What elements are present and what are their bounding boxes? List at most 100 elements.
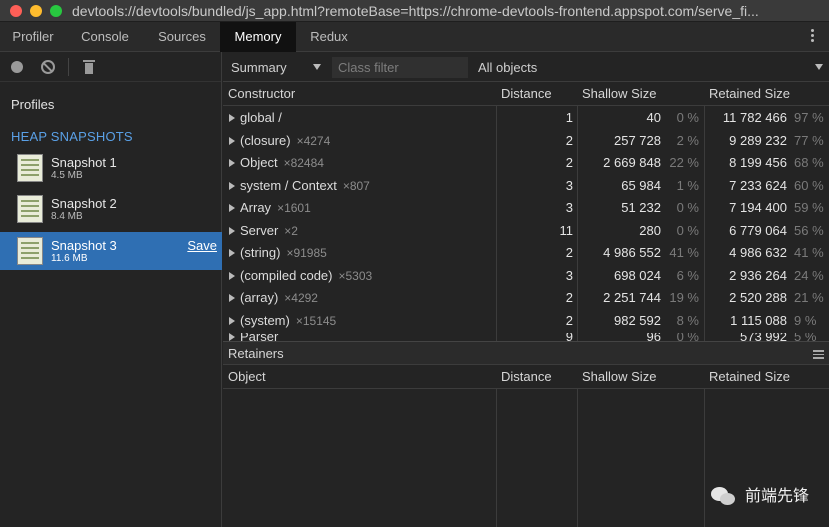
constructor-column-header[interactable]: Constructor xyxy=(223,82,295,106)
distance-value: 3 xyxy=(565,200,573,215)
minimize-window-button[interactable] xyxy=(30,5,42,17)
constructor-name: (compiled code) xyxy=(240,267,333,283)
close-window-button[interactable] xyxy=(10,5,22,17)
table-row[interactable]: (closure) ×4274 2 257 728 2 % 9 289 232 7… xyxy=(223,130,829,153)
distance-value: 9 xyxy=(565,332,573,341)
trash-icon[interactable] xyxy=(83,60,95,74)
constructor-name: (system) xyxy=(240,312,290,328)
retained-size-column-header[interactable]: Retained Size xyxy=(704,82,790,106)
instance-count: ×4274 xyxy=(296,133,331,148)
retained-size-percent: 41 % xyxy=(794,245,824,260)
distance-value: 2 xyxy=(565,245,573,260)
tab-sources[interactable]: Sources xyxy=(144,22,220,52)
shallow-size-percent: 6 % xyxy=(676,267,699,283)
class-filter-input[interactable] xyxy=(332,57,468,78)
distance-value: 2 xyxy=(565,132,573,148)
window-url: devtools://devtools/bundled/js_app.html?… xyxy=(72,3,759,19)
shallow-size-column-header[interactable]: Shallow Size xyxy=(577,365,656,389)
zoom-window-button[interactable] xyxy=(50,5,62,17)
table-row[interactable]: system / Context ×807 3 65 984 1 % 7 233 … xyxy=(223,175,829,198)
expand-triangle-icon[interactable] xyxy=(229,332,235,341)
constructor-name: system / Context xyxy=(240,177,337,193)
tab-memory[interactable]: Memory xyxy=(220,22,296,52)
constructor-name: (string) xyxy=(240,245,281,260)
shallow-size-value: 96 xyxy=(646,332,661,341)
tab-console[interactable]: Console xyxy=(66,22,144,52)
shallow-size-percent: 0 % xyxy=(676,332,699,341)
save-snapshot-link[interactable]: Save xyxy=(187,238,217,253)
distance-column-header[interactable]: Distance xyxy=(496,365,552,389)
table-row[interactable]: (string) ×91985 2 4 986 552 41 % 4 986 63… xyxy=(223,242,829,265)
instance-count: ×4292 xyxy=(284,291,318,305)
retained-size-percent: 24 % xyxy=(794,267,824,283)
chevron-down-icon[interactable] xyxy=(815,64,823,70)
expand-triangle-icon[interactable] xyxy=(229,136,235,145)
snapshot-item-1[interactable]: Snapshot 1 4.5 MB xyxy=(0,149,222,187)
snapshot-name: Snapshot 1 xyxy=(51,155,117,170)
distance-column-header[interactable]: Distance xyxy=(496,82,552,106)
table-row[interactable]: global / 1 40 0 % 11 782 466 97 % xyxy=(223,107,829,130)
instance-count: ×807 xyxy=(342,178,370,193)
grid-header: Constructor Distance Shallow Size Retain… xyxy=(223,82,829,106)
clear-icon[interactable] xyxy=(41,60,55,74)
tab-redux[interactable]: Redux xyxy=(296,22,362,52)
retainers-title: Retainers xyxy=(228,346,284,361)
constructor-name: global / xyxy=(240,110,282,125)
expand-triangle-icon[interactable] xyxy=(229,316,235,325)
wechat-icon xyxy=(710,487,737,507)
shallow-size-value: 698 024 xyxy=(614,267,661,283)
retainers-splitter[interactable]: Retainers xyxy=(223,341,829,365)
retained-size-value: 2 520 288 xyxy=(729,290,787,305)
expand-triangle-icon[interactable] xyxy=(229,249,235,257)
table-row[interactable]: Parser 9 96 0 % 573 992 5 % xyxy=(223,332,829,341)
table-row[interactable]: Server ×2 11 280 0 % 6 779 064 56 % xyxy=(223,220,829,243)
retained-size-column-header[interactable]: Retained Size xyxy=(704,365,790,389)
retained-size-percent: 97 % xyxy=(794,110,824,125)
object-column-header[interactable]: Object xyxy=(223,365,266,389)
objects-filter-select[interactable]: All objects xyxy=(478,60,537,75)
expand-triangle-icon[interactable] xyxy=(229,226,235,235)
expand-triangle-icon[interactable] xyxy=(229,181,235,190)
retained-size-value: 9 289 232 xyxy=(729,132,787,148)
shallow-size-value: 51 232 xyxy=(621,200,661,215)
expand-triangle-icon[interactable] xyxy=(229,204,235,212)
perspective-select[interactable]: Summary xyxy=(231,60,287,75)
instance-count: ×82484 xyxy=(283,156,324,170)
distance-value: 1 xyxy=(565,110,573,125)
hamburger-icon[interactable] xyxy=(813,350,824,359)
constructor-name: (closure) xyxy=(240,132,291,148)
distance-value: 3 xyxy=(565,267,573,283)
shallow-size-column-header[interactable]: Shallow Size xyxy=(577,82,656,106)
table-row[interactable]: Array ×1601 3 51 232 0 % 7 194 400 59 % xyxy=(223,197,829,220)
constructor-name: Array xyxy=(240,200,272,215)
expand-triangle-icon[interactable] xyxy=(229,294,235,302)
heap-snapshot-view: Summary All objects Constructor Distance… xyxy=(223,52,829,527)
table-row[interactable]: (system) ×15145 2 982 592 8 % 1 115 088 9… xyxy=(223,310,829,333)
constructors-grid: Constructor Distance Shallow Size Retain… xyxy=(223,82,829,341)
kebab-menu-icon[interactable] xyxy=(811,29,815,45)
instance-count: ×91985 xyxy=(286,246,327,260)
constructor-name: Server xyxy=(240,222,279,238)
snapshot-icon xyxy=(17,154,43,182)
table-row[interactable]: (compiled code) ×5303 3 698 024 6 % 2 936… xyxy=(223,265,829,288)
snapshot-item-2[interactable]: Snapshot 2 8.4 MB xyxy=(0,190,222,228)
record-icon[interactable] xyxy=(11,61,23,73)
retained-size-percent: 60 % xyxy=(794,177,824,193)
shallow-size-percent: 2 % xyxy=(676,132,699,148)
instance-count: ×15145 xyxy=(295,313,337,328)
retainers-header: Object Distance Shallow Size Retained Si… xyxy=(223,365,829,389)
expand-triangle-icon[interactable] xyxy=(229,159,235,167)
snapshot-icon xyxy=(17,237,43,265)
distance-value: 2 xyxy=(565,312,573,328)
expand-triangle-icon[interactable] xyxy=(229,271,235,280)
shallow-size-value: 4 986 552 xyxy=(603,245,661,260)
snapshot-item-3[interactable]: Snapshot 3 11.6 MB Save xyxy=(0,232,222,270)
tab-profiler[interactable]: Profiler xyxy=(0,22,66,52)
table-row[interactable]: Object ×82484 2 2 669 848 22 % 8 199 456 … xyxy=(223,152,829,175)
shallow-size-value: 280 xyxy=(639,222,661,238)
watermark-text: 前端先锋 xyxy=(744,488,809,506)
shallow-size-percent: 1 % xyxy=(676,177,699,193)
chevron-down-icon[interactable] xyxy=(313,64,321,70)
expand-triangle-icon[interactable] xyxy=(229,114,235,122)
table-row[interactable]: (array) ×4292 2 2 251 744 19 % 2 520 288 … xyxy=(223,287,829,310)
